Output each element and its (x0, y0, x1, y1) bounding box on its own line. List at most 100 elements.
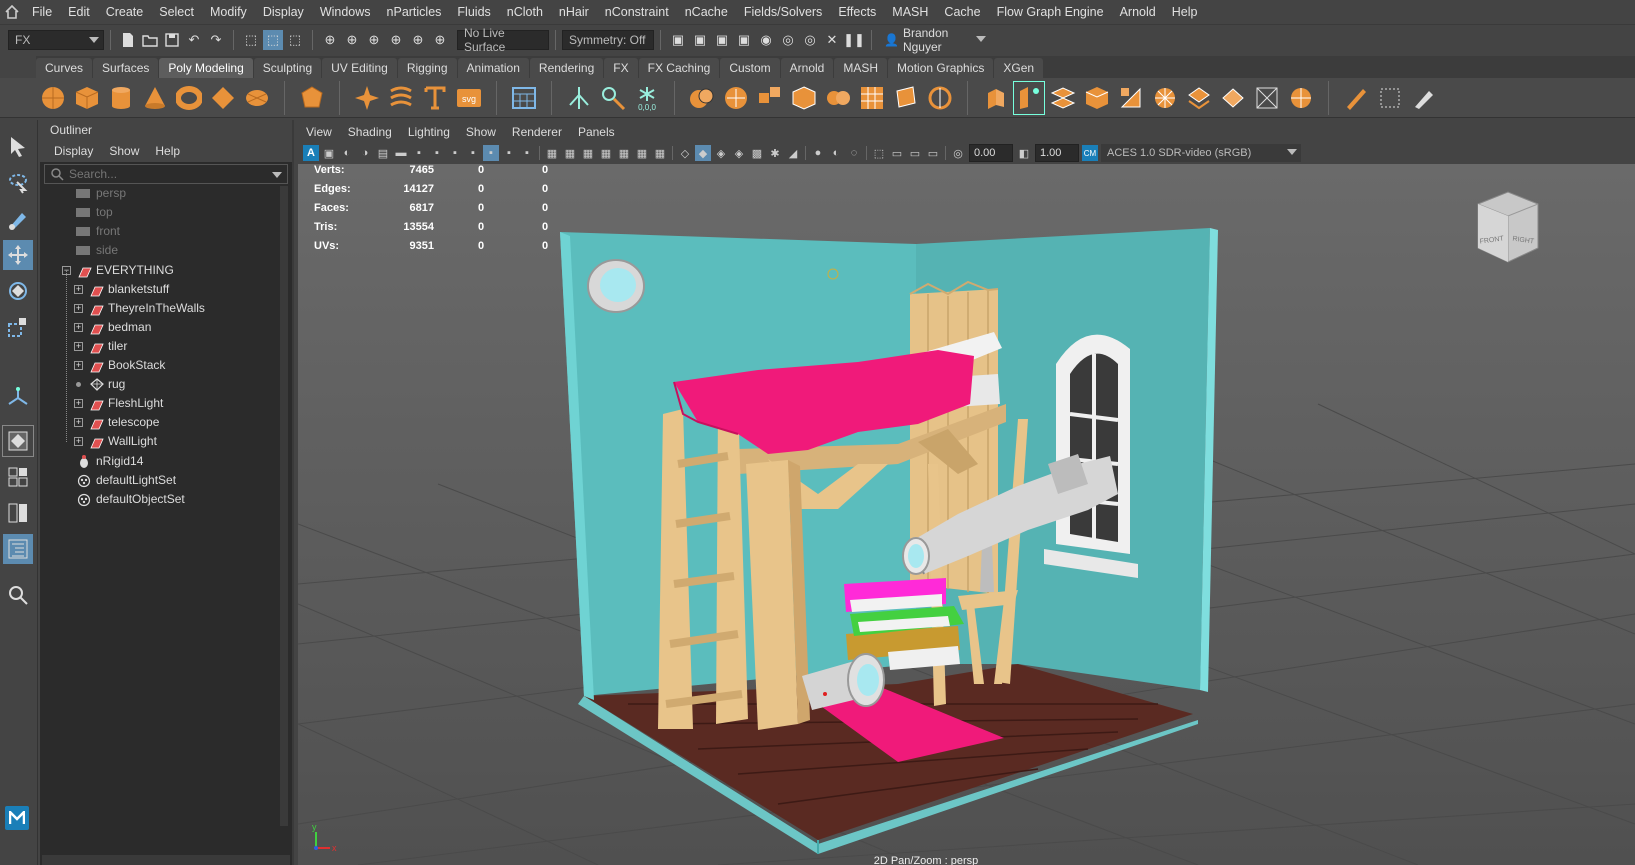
quad-draw-icon[interactable] (1341, 82, 1371, 114)
viewport-menu-panels[interactable]: Panels (570, 125, 623, 139)
persp-outliner-layout-icon[interactable] (3, 498, 33, 528)
grid-icon[interactable]: ▭ (907, 145, 923, 161)
menu-fields-solvers[interactable]: Fields/Solvers (736, 0, 831, 24)
poly-disc-icon[interactable] (242, 82, 272, 114)
reduce-icon[interactable] (598, 82, 628, 114)
outliner-item-persp[interactable]: persp (76, 184, 126, 203)
open-scene-icon[interactable] (140, 30, 160, 50)
menu-select[interactable]: Select (151, 0, 202, 24)
depth-of-field-icon[interactable]: ◢ (785, 145, 801, 161)
tab-fx[interactable]: FX (604, 58, 638, 78)
xray-joints-icon[interactable]: ◈ (731, 145, 747, 161)
menu-ncloth[interactable]: nCloth (499, 0, 551, 24)
color-management-icon[interactable]: CM (1082, 145, 1098, 161)
poly-torus-icon[interactable] (174, 82, 204, 114)
sweep-mesh-icon[interactable] (386, 82, 416, 114)
shelf-menu-icon[interactable] (0, 56, 36, 78)
hud-icon[interactable]: ▭ (889, 145, 905, 161)
outliner-scrollbar[interactable] (280, 186, 288, 826)
gate-mask-icon[interactable]: ▪ (465, 145, 481, 161)
poly-calculator-icon[interactable] (509, 82, 539, 114)
menu-file[interactable]: File (24, 0, 60, 24)
scene-canvas[interactable]: FRONT RIGHT x y 2D Pan/Zoom : persp (298, 164, 1635, 865)
combine-icon[interactable] (687, 82, 717, 114)
isolate-icon[interactable]: ◇ (677, 145, 693, 161)
new-scene-icon[interactable] (118, 30, 138, 50)
lasso-tool-icon[interactable] (3, 168, 33, 198)
symmetry-dropdown[interactable]: Symmetry: Off (562, 29, 654, 50)
menu-nhair[interactable]: nHair (551, 0, 597, 24)
circularize-icon[interactable] (1150, 82, 1180, 114)
menu-ncache[interactable]: nCache (677, 0, 736, 24)
tab-rendering[interactable]: Rendering (529, 58, 604, 78)
ambient-occlusion-icon[interactable]: ▦ (652, 145, 668, 161)
menu-create[interactable]: Create (98, 0, 152, 24)
camera-lock-icon[interactable]: ▪ (411, 145, 427, 161)
bevel-icon[interactable] (1013, 80, 1045, 115)
tab-rigging[interactable]: Rigging (397, 58, 457, 78)
outliner-menu-help[interactable]: Help (147, 144, 188, 158)
exposure-field[interactable]: 0.00 (969, 144, 1013, 162)
search-icon[interactable] (3, 580, 33, 610)
viewport-menu-renderer[interactable]: Renderer (504, 125, 570, 139)
expand-icon[interactable]: + (74, 418, 83, 427)
expand-icon[interactable]: + (74, 342, 83, 351)
snowflake-icon[interactable]: 0,0,0 (632, 82, 662, 114)
tab-arnold[interactable]: Arnold (780, 58, 834, 78)
arnold-ipr-icon[interactable]: ◎ (800, 30, 820, 50)
wireframe-on-shaded-icon[interactable]: ▦ (580, 145, 596, 161)
safe-title-icon[interactable]: ▪ (519, 145, 535, 161)
outliner-item-everything[interactable]: − EVERYTHING (62, 261, 282, 280)
tab-motion-graphics[interactable]: Motion Graphics (888, 58, 994, 78)
menuset-dropdown[interactable]: FX (8, 29, 104, 50)
outliner-item-walllight[interactable]: + WallLight (74, 432, 284, 451)
svg-tool-icon[interactable]: svg (454, 82, 484, 114)
outliner-item-fleshlight[interactable]: + FleshLight (74, 394, 284, 413)
outliner-item-telescope[interactable]: + telescope (74, 413, 284, 432)
type-tool-icon[interactable] (420, 82, 450, 114)
resolution-gate-icon[interactable]: ▪ (447, 145, 463, 161)
select-tool-icon[interactable] (3, 132, 33, 162)
fill-hole-icon[interactable] (857, 82, 887, 114)
menu-windows[interactable]: Windows (312, 0, 379, 24)
expand-icon[interactable]: + (74, 361, 83, 370)
paint-select-icon[interactable] (3, 204, 33, 234)
move-tool-icon[interactable] (3, 240, 33, 270)
flip-icon[interactable] (1218, 82, 1248, 114)
redo-icon[interactable]: ↷ (206, 30, 226, 50)
select-object-icon[interactable]: ⬚ (263, 29, 283, 50)
viewport-menu-lighting[interactable]: Lighting (400, 125, 458, 139)
tab-animation[interactable]: Animation (457, 58, 529, 78)
two-d-pan-zoom-icon[interactable]: ▤ (375, 145, 391, 161)
outliner-item-side[interactable]: side (76, 241, 118, 260)
viewport-menu-show[interactable]: Show (458, 125, 504, 139)
poly-plane-icon[interactable] (208, 82, 238, 114)
home-icon[interactable] (0, 0, 24, 24)
multi-cut-icon[interactable] (925, 82, 955, 114)
selection-highlight-icon[interactable]: ⬚ (871, 145, 887, 161)
menu-display[interactable]: Display (255, 0, 312, 24)
expand-icon[interactable]: + (74, 323, 83, 332)
gamma-field[interactable]: 1.00 (1035, 144, 1079, 162)
outliner-item-rug[interactable]: rug (74, 375, 284, 394)
tab-custom[interactable]: Custom (720, 58, 780, 78)
snap-grid-icon[interactable]: ⊕ (320, 30, 340, 50)
wireframe-icon[interactable]: ▦ (544, 145, 560, 161)
outliner-menu-show[interactable]: Show (101, 144, 147, 158)
field-chart-icon[interactable]: ▪ (483, 145, 499, 161)
extract-icon[interactable] (789, 82, 819, 114)
poly-sphere-icon[interactable] (38, 82, 68, 114)
tab-fx-caching[interactable]: FX Caching (638, 58, 720, 78)
image-plane-icon[interactable]: ◑ (357, 145, 373, 161)
rotate-tool-icon[interactable] (3, 276, 33, 306)
xray-icon[interactable]: ◆ (695, 145, 711, 161)
gamma-icon[interactable]: ◧ (1016, 145, 1032, 161)
outliner-menu-display[interactable]: Display (46, 144, 101, 158)
outliner-item-bookstack[interactable]: + BookStack (74, 356, 284, 375)
menu-help[interactable]: Help (1164, 0, 1206, 24)
render-frame-icon[interactable]: ▣ (690, 30, 710, 50)
menu-effects[interactable]: Effects (830, 0, 884, 24)
snap-view-plane-icon[interactable]: ⊕ (408, 30, 428, 50)
menu-mash[interactable]: MASH (884, 0, 936, 24)
poke-icon[interactable] (1082, 82, 1112, 114)
